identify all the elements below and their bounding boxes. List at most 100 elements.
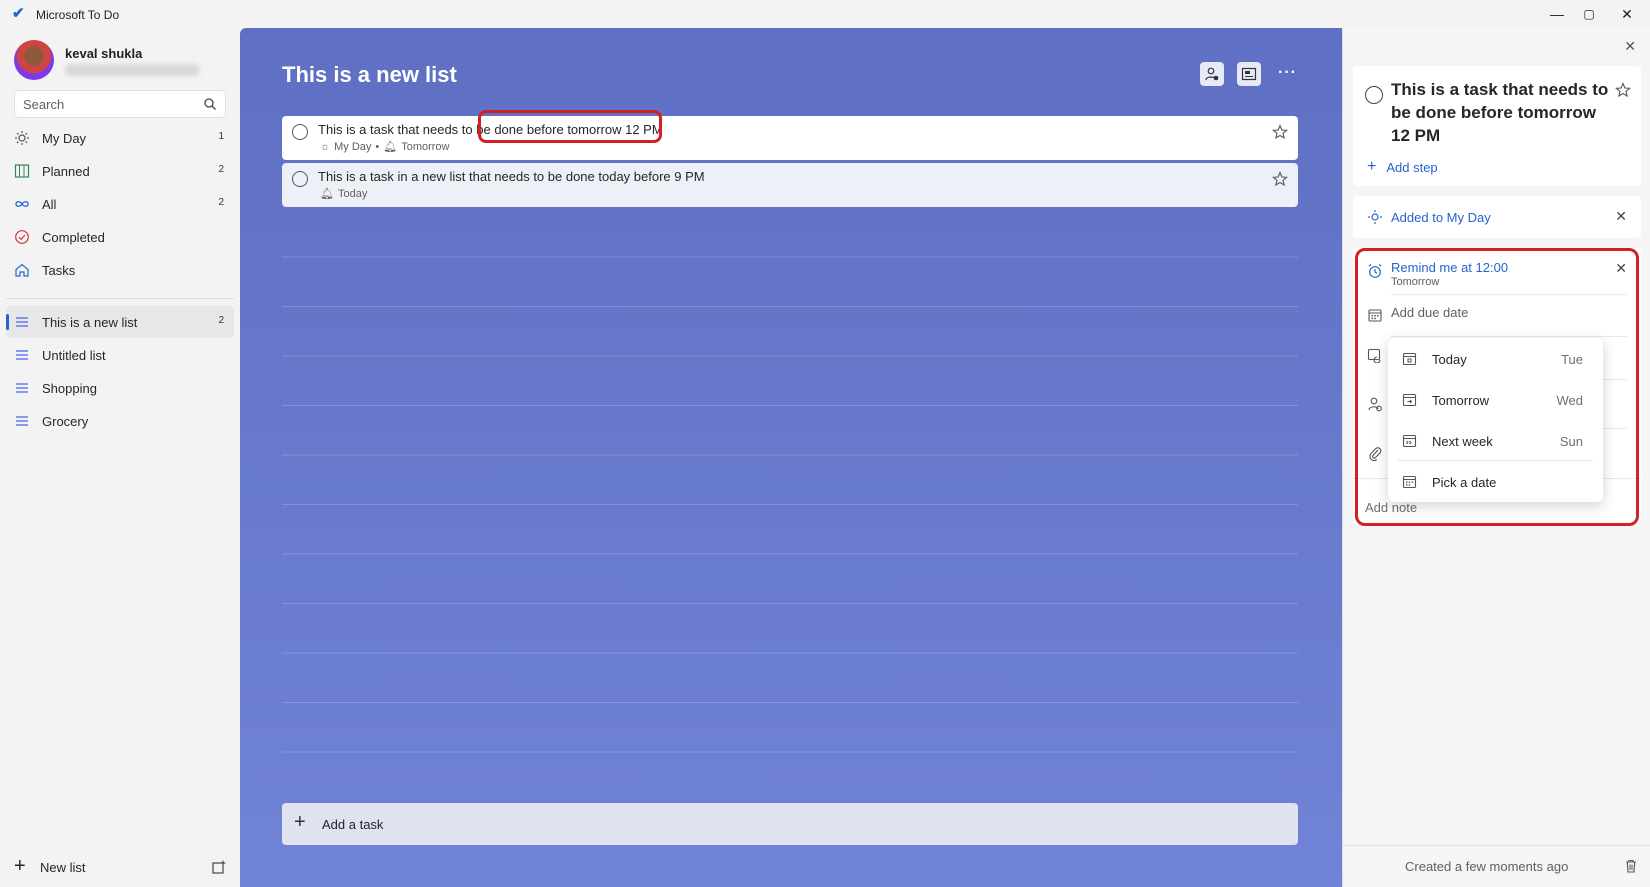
suggestions-button[interactable] [1237, 62, 1261, 86]
todo-check-icon: ✔ [12, 5, 25, 22]
reminder-title: Remind me at 12:00 [1391, 260, 1509, 275]
plus-icon: + [294, 811, 306, 833]
due-menu-item-pick-a-date[interactable]: Pick a date [1388, 461, 1603, 502]
add-due-date-row[interactable]: Add due date [1353, 295, 1641, 335]
sidebar-item-grocery[interactable]: Grocery [6, 405, 234, 437]
calendar-today-icon [1402, 352, 1417, 366]
avatar[interactable] [14, 40, 54, 80]
share-list-button[interactable] [1200, 62, 1224, 86]
complete-checkbox[interactable] [292, 124, 308, 140]
user-name[interactable]: keval shukla [65, 46, 142, 61]
star-icon[interactable] [1272, 171, 1288, 187]
list-icon [14, 347, 30, 363]
task-row[interactable]: This is a task in a new list that needs … [282, 163, 1298, 207]
star-icon[interactable] [1615, 82, 1631, 98]
task-meta: 🔔︎ Today [320, 187, 368, 201]
list-icon [14, 380, 30, 396]
due-date-menu: Today Tue Tomorrow Wed Next week Sun Pic… [1388, 338, 1603, 502]
add-step-label: Add step [1386, 159, 1438, 175]
infinity-icon [14, 196, 30, 212]
new-list-label: New list [40, 860, 86, 875]
sidebar-item-untitled-list[interactable]: Untitled list [6, 339, 234, 371]
more-options-button[interactable]: ··· [1278, 64, 1297, 82]
due-menu-item-label: Today [1432, 352, 1467, 367]
sidebar: keval shukla My Day 1 Planned 2 All 2 Co… [0, 28, 240, 887]
task-list-pane: This is a new list ··· This is a task th… [240, 28, 1342, 887]
sidebar-item-count: 2 [218, 315, 224, 326]
calendar-next-week-icon [1402, 434, 1417, 448]
home-icon [14, 262, 30, 278]
reminder-row[interactable]: Remind me at 12:00 Tomorrow ✕ [1353, 248, 1641, 294]
bell-icon: 🔔︎ [383, 141, 398, 153]
task-meta-reminder: Today [337, 187, 368, 200]
sidebar-item-all[interactable]: All 2 [6, 188, 234, 220]
plus-icon: + [14, 855, 26, 877]
sidebar-item-label: Grocery [42, 414, 89, 429]
add-note-field[interactable]: Add note [1365, 500, 1417, 515]
bell-icon: 🔔︎ [320, 188, 334, 200]
task-row[interactable]: This is a task that needs to be done bef… [282, 116, 1298, 160]
calendar-grid-icon [14, 163, 30, 179]
close-detail-button[interactable]: ✕ [1624, 38, 1636, 55]
sidebar-item-planned[interactable]: Planned 2 [6, 155, 234, 187]
complete-checkbox[interactable] [292, 171, 308, 187]
sidebar-item-tasks[interactable]: Tasks [6, 254, 234, 286]
due-menu-item-day: Tue [1561, 352, 1583, 367]
due-menu-item-label: Pick a date [1432, 475, 1497, 490]
sidebar-item-my-day[interactable]: My Day 1 [6, 122, 234, 154]
task-meta: ☼ My Day • 🔔︎ Tomorrow [320, 140, 450, 154]
remove-reminder-button[interactable]: ✕ [1615, 260, 1627, 277]
trash-icon[interactable] [1623, 858, 1639, 874]
due-menu-item-day: Wed [1556, 393, 1584, 408]
sidebar-item-count: 2 [218, 197, 224, 208]
user-email-blurred [65, 64, 200, 76]
share-person-icon [1205, 67, 1219, 81]
check-circle-icon [14, 229, 30, 245]
page-title[interactable]: This is a new list [282, 62, 457, 88]
meta-separator: • [375, 140, 380, 153]
ruled-lines [282, 208, 1298, 768]
sidebar-item-shopping[interactable]: Shopping [6, 372, 234, 404]
search-input[interactable] [15, 91, 185, 117]
remove-from-my-day-button[interactable]: ✕ [1615, 208, 1627, 225]
sidebar-item-label: My Day [42, 131, 87, 146]
alarm-clock-icon [1368, 264, 1382, 278]
task-title[interactable]: This is a task in a new list that needs … [318, 169, 705, 184]
detail-task-title[interactable]: This is a task that needs to be done bef… [1391, 78, 1611, 147]
star-icon[interactable] [1272, 124, 1288, 140]
search-box[interactable] [14, 90, 226, 118]
sidebar-item-label: All [42, 197, 57, 212]
sun-icon [14, 130, 30, 146]
due-menu-item-next-week[interactable]: Next week Sun [1388, 420, 1603, 461]
created-timestamp: Created a few moments ago [1405, 859, 1569, 874]
task-title-card: This is a task that needs to be done bef… [1353, 66, 1641, 186]
app-title: Microsoft To Do [36, 8, 120, 22]
sidebar-item-label: Untitled list [42, 348, 106, 363]
annotation-highlight [478, 110, 662, 143]
due-menu-item-label: Next week [1432, 434, 1493, 449]
sidebar-item-completed[interactable]: Completed [6, 221, 234, 253]
add-task-input[interactable]: + Add a task [282, 803, 1298, 845]
due-menu-item-tomorrow[interactable]: Tomorrow Wed [1388, 379, 1603, 420]
search-icon[interactable] [203, 97, 217, 111]
list-icon [14, 314, 30, 330]
new-group-icon[interactable] [212, 860, 226, 874]
add-step-button[interactable]: + Add step [1367, 158, 1438, 176]
sidebar-item-label: Tasks [42, 263, 76, 278]
paperclip-icon [1369, 447, 1382, 461]
complete-checkbox[interactable] [1365, 86, 1383, 104]
new-list-button[interactable]: + New list [6, 847, 234, 887]
calendar-tomorrow-icon [1402, 393, 1417, 407]
title-bar: ✔ Microsoft To Do — ▢ ✕ [0, 0, 1650, 28]
due-menu-item-day: Sun [1559, 434, 1583, 449]
close-window-button[interactable]: ✕ [1604, 0, 1650, 28]
add-task-label: Add a task [322, 817, 384, 832]
sidebar-item-this-is-a-new-list[interactable]: This is a new list 2 [6, 306, 234, 338]
my-day-card[interactable]: Added to My Day ✕ [1353, 196, 1641, 238]
calendar-icon [1368, 309, 1382, 322]
calendar-icon [1402, 475, 1417, 489]
sidebar-item-count: 1 [218, 131, 224, 142]
due-menu-item-today[interactable]: Today Tue [1388, 338, 1603, 379]
repeat-calendar-icon [1367, 348, 1381, 363]
sun-icon [1368, 210, 1382, 224]
